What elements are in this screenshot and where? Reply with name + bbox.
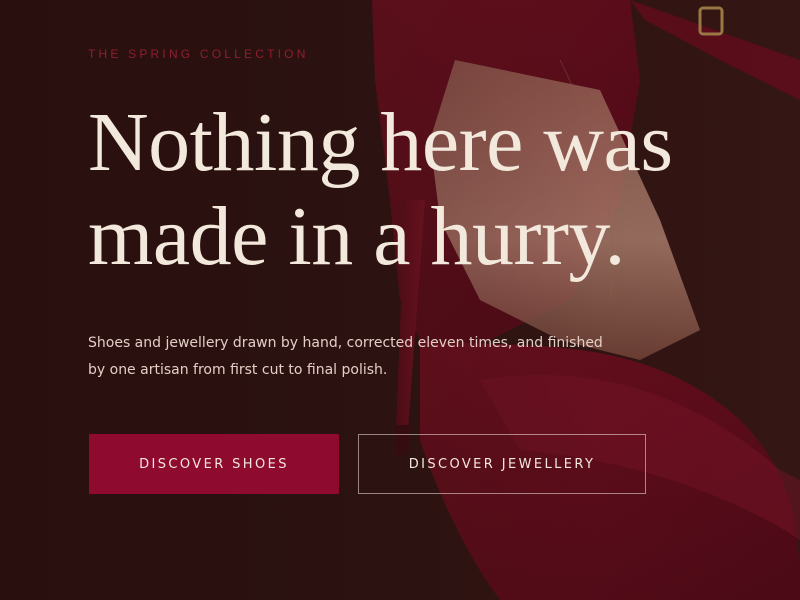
hero-headline: Nothing here was made in a hurry. [88,96,778,284]
discover-shoes-button[interactable]: DISCOVER SHOES [89,434,339,494]
eyebrow-label: THE SPRING COLLECTION [88,47,309,61]
hero-overlay [0,0,800,600]
hero-description: Shoes and jewellery drawn by hand, corre… [88,335,603,378]
hero-section: THE SPRING COLLECTION Nothing here was m… [0,0,800,600]
discover-jewellery-button[interactable]: DISCOVER JEWELLERY [358,434,646,494]
headline-line-1: Nothing here was [88,96,673,189]
headline-line-2: made in a hurry. [88,190,626,283]
